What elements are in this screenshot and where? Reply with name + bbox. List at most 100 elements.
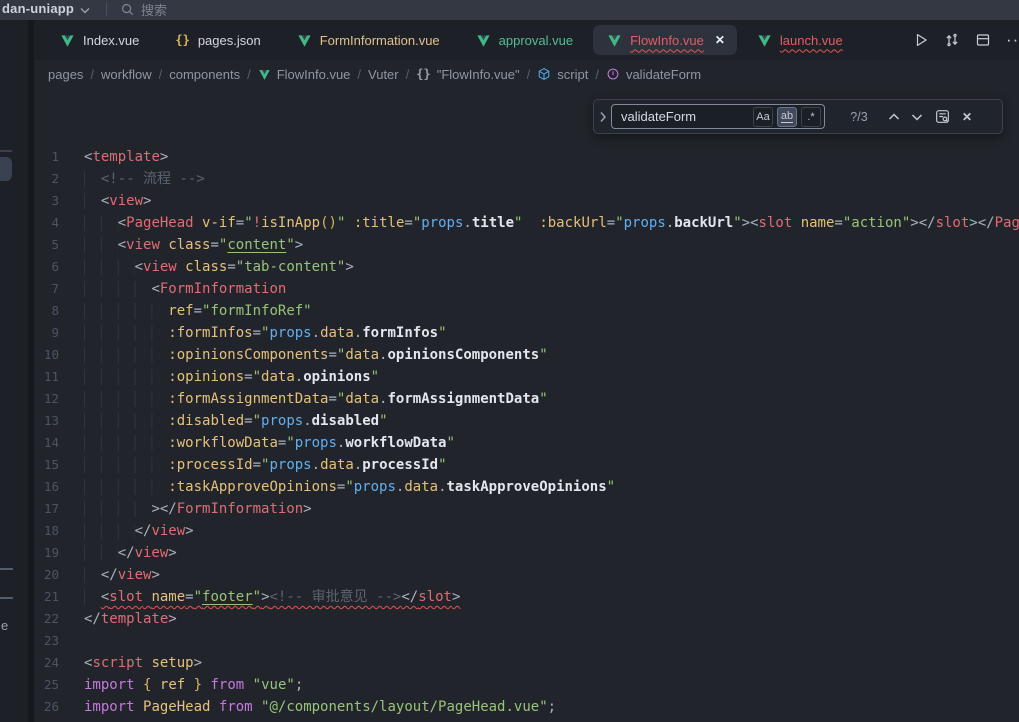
- code-text[interactable]: :opinionsComponents="data.opinionsCompon…: [84, 344, 548, 366]
- line-number[interactable]: 18: [34, 520, 59, 542]
- line-number[interactable]: 21: [34, 586, 59, 608]
- breadcrumb-item-workflow[interactable]: workflow: [101, 67, 152, 82]
- tab-approval-vue[interactable]: approval.vue: [458, 20, 591, 60]
- code-line[interactable]: 13 :disabled="props.disabled": [34, 410, 1019, 432]
- line-number[interactable]: 1: [34, 146, 59, 168]
- code-line[interactable]: 16 :taskApproveOpinions="props.data.task…: [34, 476, 1019, 498]
- code-text[interactable]: ></FormInformation>: [84, 498, 312, 520]
- code-text[interactable]: :processId="props.data.processId": [84, 454, 447, 476]
- line-number[interactable]: 19: [34, 542, 59, 564]
- line-number[interactable]: 10: [34, 344, 59, 366]
- more-actions-button[interactable]: ···: [1006, 30, 1019, 50]
- find-input[interactable]: validateForm Aa ab .*: [611, 104, 825, 129]
- breadcrumb-item-flowinfovue[interactable]: {}"FlowInfo.vue": [416, 67, 519, 82]
- code-text[interactable]: import { ref } from "vue";: [84, 674, 303, 696]
- tab-pages-json[interactable]: {}pages.json: [157, 20, 278, 60]
- code-line[interactable]: 3 <view>: [34, 190, 1019, 212]
- line-number[interactable]: 22: [34, 608, 59, 630]
- code-line[interactable]: 8 ref="formInfoRef": [34, 300, 1019, 322]
- code-line[interactable]: 5 <view class="content">: [34, 234, 1019, 256]
- breadcrumb-item-flowinfovue[interactable]: FlowInfo.vue: [258, 67, 351, 82]
- code-line[interactable]: 24<script setup>: [34, 652, 1019, 674]
- line-number[interactable]: 2: [34, 168, 59, 190]
- code-line[interactable]: 19 </view>: [34, 542, 1019, 564]
- code-text[interactable]: :workflowData="props.workflowData": [84, 432, 455, 454]
- line-number[interactable]: 5: [34, 234, 59, 256]
- chevron-down-icon[interactable]: [80, 2, 90, 17]
- code-text[interactable]: <slot name="footer"><!-- 审批意见 --></slot>: [84, 586, 460, 608]
- code-line[interactable]: 1 <template>: [34, 146, 1019, 168]
- code-line[interactable]: 17 ></FormInformation>: [34, 498, 1019, 520]
- tab-forminformation-vue[interactable]: FormInformation.vue: [279, 20, 458, 60]
- line-number[interactable]: 3: [34, 190, 59, 212]
- next-match-button[interactable]: [911, 113, 923, 121]
- code-line[interactable]: 15 :processId="props.data.processId": [34, 454, 1019, 476]
- project-name[interactable]: dan-uniapp: [2, 1, 74, 16]
- code-text[interactable]: <!-- 流程 -->: [84, 168, 205, 190]
- line-number[interactable]: 23: [34, 630, 59, 652]
- open-changes-button[interactable]: [944, 32, 960, 48]
- line-number[interactable]: 9: [34, 322, 59, 344]
- match-case-button[interactable]: Aa: [753, 107, 773, 127]
- code-line[interactable]: 7 <FormInformation: [34, 278, 1019, 300]
- code-line[interactable]: 20 </view>: [34, 564, 1019, 586]
- code-line[interactable]: 18 </view>: [34, 520, 1019, 542]
- find-query-text[interactable]: validateForm: [621, 109, 749, 124]
- tab-index-vue[interactable]: Index.vue: [42, 20, 157, 60]
- explorer-selected-item-fragment[interactable]: [0, 157, 12, 181]
- previous-match-button[interactable]: [888, 113, 900, 121]
- breadcrumb-item-components[interactable]: components: [169, 67, 240, 82]
- code-text[interactable]: <template>: [84, 146, 168, 168]
- global-search[interactable]: 搜索: [121, 0, 167, 19]
- code-text[interactable]: <FormInformation: [84, 278, 286, 300]
- code-line[interactable]: 2 <!-- 流程 -->: [34, 168, 1019, 190]
- code-line[interactable]: 9 :formInfos="props.data.formInfos": [34, 322, 1019, 344]
- code-text[interactable]: ref="formInfoRef": [84, 300, 312, 322]
- code-line[interactable]: 10 :opinionsComponents="data.opinionsCom…: [34, 344, 1019, 366]
- breadcrumb-item-script[interactable]: script: [537, 67, 588, 82]
- code-line[interactable]: 6 <view class="tab-content">: [34, 256, 1019, 278]
- code-text[interactable]: </view>: [84, 520, 194, 542]
- tab-launch-vue[interactable]: launch.vue: [739, 20, 861, 60]
- code-text[interactable]: :formAssignmentData="data.formAssignment…: [84, 388, 548, 410]
- line-number[interactable]: 16: [34, 476, 59, 498]
- code-text[interactable]: </view>: [84, 542, 177, 564]
- code-line[interactable]: 11 :opinions="data.opinions": [34, 366, 1019, 388]
- whole-word-button[interactable]: ab: [777, 107, 797, 127]
- code-text[interactable]: <view class="tab-content">: [84, 256, 354, 278]
- code-text[interactable]: <script setup>: [84, 652, 202, 674]
- toggle-replace-chevron-icon[interactable]: [594, 100, 611, 133]
- line-number[interactable]: 6: [34, 256, 59, 278]
- code-text[interactable]: </template>: [84, 608, 177, 630]
- code-line[interactable]: 14 :workflowData="props.workflowData": [34, 432, 1019, 454]
- line-number[interactable]: 25: [34, 674, 59, 696]
- line-number[interactable]: 20: [34, 564, 59, 586]
- tab-flowinfo-vue[interactable]: FlowInfo.vue✕: [593, 25, 737, 55]
- code-line[interactable]: 21 <slot name="footer"><!-- 审批意见 --></sl…: [34, 586, 1019, 608]
- line-number[interactable]: 12: [34, 388, 59, 410]
- breadcrumb-item-validateform[interactable]: validateForm: [606, 67, 701, 82]
- code-text[interactable]: :disabled="props.disabled": [84, 410, 388, 432]
- line-number[interactable]: 14: [34, 432, 59, 454]
- code-text[interactable]: <view class="content">: [84, 234, 303, 256]
- split-editor-button[interactable]: [975, 32, 991, 48]
- line-number[interactable]: 7: [34, 278, 59, 300]
- code-editor[interactable]: validateForm Aa ab .* ?/3 ✕: [34, 88, 1019, 722]
- line-number[interactable]: 4: [34, 212, 59, 234]
- line-number[interactable]: 26: [34, 696, 59, 718]
- find-in-selection-button[interactable]: [934, 108, 951, 125]
- code-line[interactable]: 4 <PageHead v-if="!isInApp()" :title="pr…: [34, 212, 1019, 234]
- line-number[interactable]: 17: [34, 498, 59, 520]
- code-line[interactable]: 22 </template>: [34, 608, 1019, 630]
- code-text[interactable]: :formInfos="props.data.formInfos": [84, 322, 447, 344]
- code-text[interactable]: <view>: [84, 190, 151, 212]
- line-number[interactable]: 8: [34, 300, 59, 322]
- code-line[interactable]: 12 :formAssignmentData="data.formAssignm…: [34, 388, 1019, 410]
- code-text[interactable]: import PageHead from "@/components/layou…: [84, 696, 556, 718]
- breadcrumb-item-pages[interactable]: pages: [48, 67, 83, 82]
- code-line[interactable]: 25 import { ref } from "vue";: [34, 674, 1019, 696]
- line-number[interactable]: 15: [34, 454, 59, 476]
- close-icon[interactable]: ✕: [715, 33, 725, 47]
- breadcrumb-item-vuter[interactable]: Vuter: [368, 67, 399, 82]
- code-line[interactable]: 26 import PageHead from "@/components/lay…: [34, 696, 1019, 718]
